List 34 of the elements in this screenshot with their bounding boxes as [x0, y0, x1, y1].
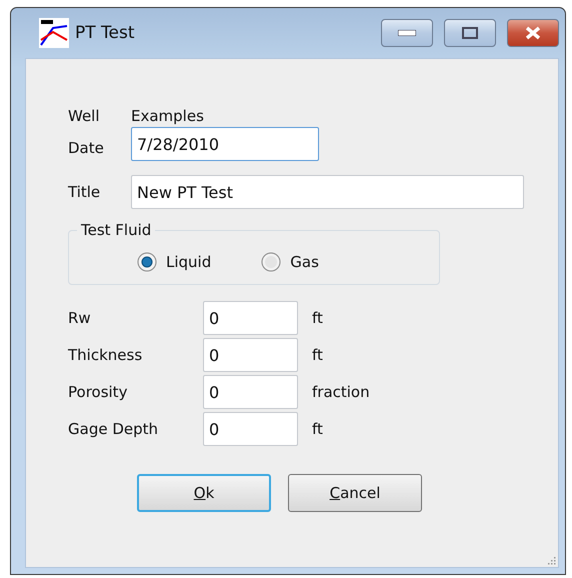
close-icon — [524, 26, 542, 40]
field-label: Thickness — [68, 346, 144, 364]
close-button[interactable] — [507, 19, 559, 47]
unit-label: ft — [312, 346, 323, 364]
radio-label: Gas — [290, 252, 319, 270]
field-label: Date — [68, 138, 105, 157]
radio-button[interactable] — [137, 252, 157, 272]
minimize-icon — [398, 30, 416, 36]
field-label: Gage Depth — [68, 420, 160, 438]
maximize-button[interactable] — [444, 19, 496, 47]
chart-icon — [39, 18, 69, 48]
resize-grip-icon[interactable] — [546, 555, 556, 565]
unit-label: fraction — [312, 383, 370, 401]
field-label: Rw — [68, 309, 92, 327]
well-value: Examples — [131, 107, 204, 125]
number-field[interactable]: 0 — [203, 301, 298, 335]
date-field[interactable]: 7/28/2010 — [131, 127, 319, 161]
title-field[interactable]: New PT Test — [131, 175, 524, 209]
unit-label: ft — [312, 309, 323, 327]
dialog-button[interactable]: Ok — [137, 474, 271, 512]
field-label: Porosity — [68, 383, 128, 401]
number-field[interactable]: 0 — [203, 338, 298, 372]
field-label: Well — [68, 107, 101, 125]
number-field[interactable]: 0 — [203, 375, 298, 409]
radio-label: Liquid — [166, 252, 212, 270]
dialog-button[interactable]: Cancel — [288, 474, 422, 512]
window-title: PT Test — [75, 23, 136, 43]
field-label: Title — [68, 183, 102, 201]
number-field[interactable]: 0 — [203, 412, 298, 446]
radio-button[interactable] — [261, 252, 282, 272]
maximize-icon — [462, 27, 478, 39]
unit-label: ft — [312, 420, 323, 438]
minimize-button[interactable] — [381, 19, 433, 47]
group-label: Test Fluid — [80, 221, 152, 239]
